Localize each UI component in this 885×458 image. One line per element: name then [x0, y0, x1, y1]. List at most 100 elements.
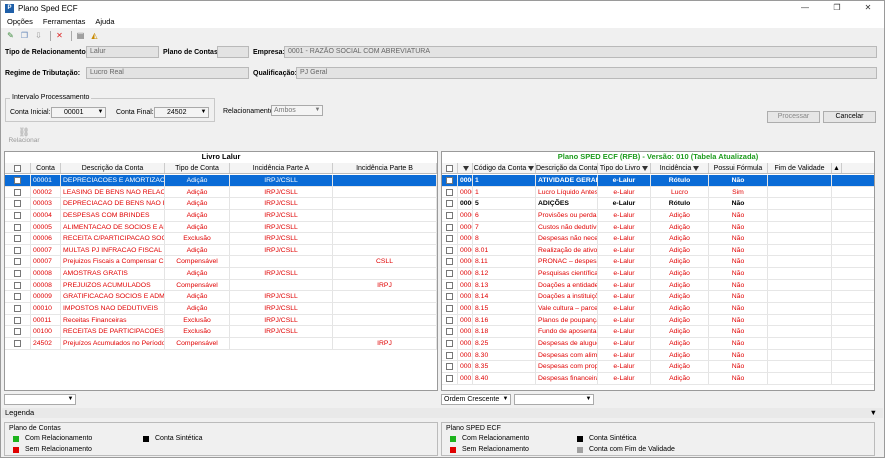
- table-row[interactable]: 000098.12Pesquisas científicas e tecnoló…: [442, 268, 874, 280]
- row-checkbox[interactable]: [442, 198, 458, 209]
- row-checkbox[interactable]: [442, 233, 458, 244]
- col-descricao[interactable]: Descrição da Conta: [61, 163, 165, 173]
- row-checkbox[interactable]: [5, 209, 31, 221]
- table-row[interactable]: 00005ALIMENTACAO DE SOCIOS E ADMINAdição…: [5, 221, 437, 234]
- collapse-icon[interactable]: ▼: [870, 408, 877, 418]
- table-row[interactable]: 000108.13Doações a entidades civis – pae…: [442, 279, 874, 292]
- row-checkbox[interactable]: [5, 326, 31, 337]
- row-checkbox[interactable]: [442, 279, 458, 291]
- row-checkbox[interactable]: [5, 244, 31, 256]
- table-row[interactable]: 000188.40Despesas financeiras - lucros e…: [442, 372, 874, 385]
- filter-icon[interactable]: [458, 163, 473, 173]
- table-row[interactable]: 000068Despesas não necessáriase-LalurAdi…: [442, 233, 874, 245]
- table-row[interactable]: 000035ADIÇÕESe-LalurRótuloNão: [442, 198, 874, 210]
- row-checkbox[interactable]: [5, 303, 31, 314]
- table-row[interactable]: 000088.11PRONAC – despesa operacionae-La…: [442, 256, 874, 269]
- processar-button[interactable]: Processar: [767, 111, 820, 123]
- col-fim-validade[interactable]: Fim de Validade: [768, 163, 832, 173]
- table-row[interactable]: 000046Provisões ou perdas estimadase-Lal…: [442, 209, 874, 222]
- table-row[interactable]: 00010 IMPOSTOS NAO DEDUTIVEIS Adição IRPJ/C…: [5, 303, 437, 315]
- row-checkbox[interactable]: [442, 268, 458, 279]
- row-checkbox[interactable]: [5, 256, 31, 268]
- row-checkbox[interactable]: [442, 349, 458, 361]
- left-filter-select[interactable]: ▼: [4, 394, 76, 405]
- row-checkbox[interactable]: [442, 221, 458, 233]
- cancelar-button[interactable]: Cancelar: [823, 111, 876, 123]
- export-icon[interactable]: ◭: [89, 30, 100, 41]
- table-row[interactable]: 24502 Prejuízos Acumulados no Período Comp…: [5, 337, 437, 350]
- row-checkbox[interactable]: [442, 314, 458, 326]
- menu-ajuda[interactable]: Ajuda: [95, 17, 114, 26]
- col-possui-formula[interactable]: Possui Fórmula: [709, 163, 768, 173]
- right-filter-select[interactable]: ▼: [514, 394, 594, 405]
- row-checkbox[interactable]: [5, 198, 31, 209]
- table-row[interactable]: 00100RECEITAS DE PARTICIPACOES SOCExclus…: [5, 326, 437, 338]
- row-checkbox[interactable]: [5, 186, 31, 198]
- row-checkbox[interactable]: [442, 175, 458, 186]
- col-tipo-conta[interactable]: Tipo de Conta: [165, 163, 230, 173]
- conta-final-select[interactable]: 24502 ▼: [154, 107, 209, 118]
- table-row[interactable]: 00008 PREJUIZOS ACUMULADOS Compensável IRPJ: [5, 279, 437, 292]
- table-row[interactable]: 000178.35Despesas com propaganda - pae-L…: [442, 361, 874, 373]
- conta-inicial-select[interactable]: 00001 ▼: [51, 107, 106, 118]
- delete-icon[interactable]: ✕: [54, 30, 65, 41]
- row-checkbox[interactable]: [442, 303, 458, 314]
- row-checkbox[interactable]: [5, 221, 31, 233]
- col-incidencia[interactable]: Incidência: [651, 163, 709, 173]
- minimize-button[interactable]: —: [791, 1, 819, 15]
- table-row[interactable]: 00009GRATIFICACAO SOCIOS E ADMINISAdição…: [5, 291, 437, 304]
- col-conta[interactable]: Conta: [31, 163, 61, 173]
- paste-icon[interactable]: ⇩: [33, 30, 44, 41]
- table-row[interactable]: 000057Custos não dedutíveise-LalurAdição…: [442, 221, 874, 234]
- col-incidencia-b[interactable]: Incidência Parte B: [333, 163, 437, 173]
- table-row[interactable]: 000021Lucro Líquido Antes do IRPJe-Lalur…: [442, 186, 874, 199]
- table-row[interactable]: 000148.18Fundo de aposentadoria indivie-…: [442, 326, 874, 338]
- menu-opcoes[interactable]: Opções: [7, 17, 33, 26]
- table-row[interactable]: 00006RECEITA C/PARTICIPACAO SOCIETExclus…: [5, 233, 437, 245]
- row-checkbox[interactable]: [5, 233, 31, 244]
- relacionar-button[interactable]: ⛓ Relacionar: [5, 127, 43, 147]
- row-checkbox[interactable]: [5, 291, 31, 303]
- col-codigo-conta[interactable]: Código da Conta: [473, 163, 536, 173]
- table-row[interactable]: 000078.01Realização de ativos indedutíve…: [442, 244, 874, 257]
- new-icon[interactable]: ✎: [5, 30, 16, 41]
- close-button[interactable]: ✕: [854, 1, 882, 15]
- print-icon[interactable]: ▤: [75, 30, 86, 41]
- row-checkbox[interactable]: [442, 372, 458, 384]
- select-all-checkbox[interactable]: [5, 163, 31, 173]
- table-row[interactable]: 00011 Receitas Financeiras Exclusão IRPJ/CS…: [5, 314, 437, 327]
- table-row[interactable]: 000011ATIVIDADE GERALe-LalurRótuloNão: [442, 175, 874, 187]
- table-row[interactable]: 00001DEPRECIACOES E AMORTIZACOESAdiçãoIR…: [5, 175, 437, 187]
- table-row[interactable]: 000138.16Planos de poupança e investime-…: [442, 314, 874, 327]
- scroll-up-icon[interactable]: ▲: [832, 163, 842, 173]
- row-checkbox[interactable]: [5, 279, 31, 291]
- row-checkbox[interactable]: [5, 314, 31, 326]
- row-checkbox[interactable]: [442, 337, 458, 349]
- row-checkbox[interactable]: [442, 256, 458, 268]
- menu-ferramentas[interactable]: Ferramentas: [43, 17, 86, 26]
- row-checkbox[interactable]: [5, 175, 31, 186]
- select-all-checkbox[interactable]: [442, 163, 458, 173]
- table-row[interactable]: 00002LEASING DE BENS NAO RELACIONALAdiçã…: [5, 186, 437, 199]
- row-checkbox[interactable]: [442, 291, 458, 303]
- col-tipo-livro[interactable]: Tipo do Livro: [598, 163, 651, 173]
- ordem-select[interactable]: Ordem Crescente ▼: [441, 394, 511, 405]
- table-row[interactable]: 00003DEPRECIACAO DE BENS NAO RELACAdição…: [5, 198, 437, 210]
- row-checkbox[interactable]: [442, 244, 458, 256]
- col-incidencia-a[interactable]: Incidência Parte A: [230, 163, 333, 173]
- table-row[interactable]: 000118.14Doações a instituições de ensin…: [442, 291, 874, 304]
- row-checkbox[interactable]: [5, 268, 31, 279]
- restore-button[interactable]: ❐: [823, 1, 851, 15]
- table-row[interactable]: 000158.25Despesas de aluguéis - parcelae…: [442, 337, 874, 350]
- table-row[interactable]: 00008 AMOSTRAS GRATIS Adição IRPJ/CSLL: [5, 268, 437, 280]
- row-checkbox[interactable]: [442, 326, 458, 337]
- relacionamento-select[interactable]: Ambos ▼: [271, 105, 323, 116]
- row-checkbox[interactable]: [442, 209, 458, 221]
- table-row[interactable]: 00007 Prejuizos Fiscais a Compensar CSLL C…: [5, 256, 437, 269]
- table-row[interactable]: 00004 DESPESAS COM BRINDES Adição IRPJ/CSLL: [5, 209, 437, 222]
- row-checkbox[interactable]: [442, 186, 458, 198]
- row-checkbox[interactable]: [5, 337, 31, 349]
- row-checkbox[interactable]: [442, 361, 458, 372]
- table-row[interactable]: 00007 MULTAS PJ INFRACAO FISCAL Adição IRPJ…: [5, 244, 437, 257]
- copy-icon[interactable]: ❐: [19, 30, 30, 41]
